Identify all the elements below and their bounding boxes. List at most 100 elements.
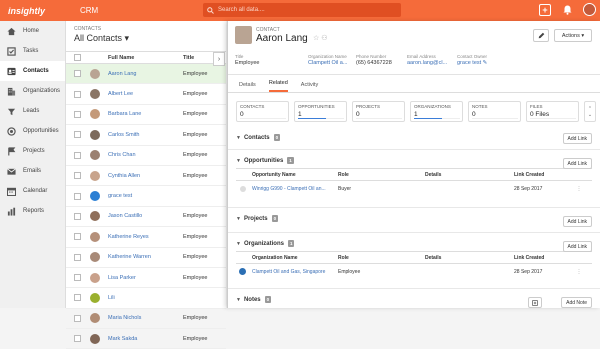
table-row[interactable]: Aaron Lang Employee xyxy=(66,64,226,85)
counter-organizations[interactable]: ORGANIZATIONS 1 xyxy=(410,101,463,122)
sidebar-item-calendar[interactable]: Calendar xyxy=(0,181,65,201)
table-row[interactable]: Katherine Reyes Employee xyxy=(66,227,226,248)
table-row[interactable]: Lili xyxy=(66,288,226,309)
row-checkbox[interactable] xyxy=(74,314,81,322)
table-row[interactable]: Mark Sakda Employee xyxy=(66,329,226,349)
table-row[interactable]: Maria Nichols Employee xyxy=(66,309,226,330)
table-row[interactable]: Jason Castillo Employee xyxy=(66,207,226,228)
contact-name-link[interactable]: Chris Chan xyxy=(108,152,183,158)
contacts-list: CONTACTS All Contacts ▾ Full Name Title … xyxy=(66,21,226,349)
sidebar-item-emails[interactable]: Emails xyxy=(0,161,65,181)
field-value[interactable]: aaron.lang@cl... xyxy=(407,60,457,66)
add-link-button[interactable]: Add Link xyxy=(562,133,592,144)
row-checkbox[interactable] xyxy=(74,212,81,220)
table-row[interactable]: Cynthia Allen Employee xyxy=(66,166,226,187)
table-row[interactable]: Barbara Lane Employee xyxy=(66,105,226,126)
view-selector[interactable]: All Contacts ▾ xyxy=(74,33,226,44)
add-note-button[interactable]: Add Note xyxy=(561,297,592,308)
contact-name-link[interactable]: Jason Castillo xyxy=(108,213,183,219)
global-search-input[interactable]: Search all data.... xyxy=(203,3,401,17)
row-checkbox[interactable] xyxy=(74,110,81,118)
row-checkbox[interactable] xyxy=(74,192,81,200)
counter-files[interactable]: FILES 0 Files xyxy=(526,101,579,122)
table-row[interactable]: Clampett Oil and Gas, Singapore Employee… xyxy=(236,264,592,279)
field-value[interactable]: grace test ✎ xyxy=(457,60,502,66)
section-contacts-header[interactable]: ▼ Contacts 0 xyxy=(228,130,600,145)
star-icon[interactable]: ☆ ⚇ xyxy=(313,34,328,42)
contact-name-link[interactable]: Katherine Warren xyxy=(108,254,183,260)
sidebar-item-tasks[interactable]: Tasks xyxy=(0,41,65,61)
row-menu-icon[interactable]: ⋮ xyxy=(574,269,584,275)
column-full-name[interactable]: Full Name xyxy=(108,55,183,61)
sidebar-item-organizations[interactable]: Organizations xyxy=(0,81,65,101)
table-row[interactable]: Albert Lee Employee xyxy=(66,84,226,105)
tab-activity[interactable]: Activity xyxy=(301,82,318,92)
expand-collapse-counters-button[interactable]: ⌃ ⌄ xyxy=(584,101,596,122)
tab-related[interactable]: Related xyxy=(268,80,288,92)
collapse-list-button[interactable]: › xyxy=(213,52,225,66)
section-projects-header[interactable]: ▼ Projects 0 xyxy=(228,211,600,226)
section-organizations-header[interactable]: ▼ Organizations 1 xyxy=(228,236,600,251)
row-checkbox[interactable] xyxy=(74,131,81,139)
contact-name-link[interactable]: Cynthia Allen xyxy=(108,173,183,179)
contact-name-link[interactable]: Mark Sakda xyxy=(108,336,183,342)
avatar xyxy=(90,211,100,222)
organization-name-link[interactable]: Clampett Oil and Gas, Singapore xyxy=(252,269,338,275)
avatar xyxy=(90,89,100,100)
row-checkbox[interactable] xyxy=(74,294,81,302)
app-logo[interactable]: insightly xyxy=(8,6,68,16)
contact-name-link[interactable]: Katherine Reyes xyxy=(108,234,183,240)
notifications-bell-icon[interactable] xyxy=(561,4,573,16)
row-checkbox[interactable] xyxy=(74,70,81,78)
attach-file-button[interactable] xyxy=(528,297,542,308)
add-link-button[interactable]: Add Link xyxy=(562,216,592,227)
sidebar-item-leads[interactable]: Leads xyxy=(0,101,65,121)
tab-details[interactable]: Details xyxy=(239,82,256,92)
sidebar: Home Tasks Contacts Organizations Leads … xyxy=(0,21,66,308)
actions-dropdown[interactable]: Actions ▾ xyxy=(554,29,592,42)
contact-name-link[interactable]: Albert Lee xyxy=(108,91,183,97)
sidebar-item-home[interactable]: Home xyxy=(0,21,65,41)
table-row[interactable]: Lisa Parker Employee xyxy=(66,268,226,289)
row-checkbox[interactable] xyxy=(74,274,81,282)
row-checkbox[interactable] xyxy=(74,335,81,343)
counter-projects[interactable]: PROJECTS 0 xyxy=(352,101,405,122)
select-all-checkbox[interactable] xyxy=(74,54,81,61)
row-checkbox[interactable] xyxy=(74,233,81,241)
section-opportunities-header[interactable]: ▼ Opportunities 1 xyxy=(228,153,600,168)
row-checkbox[interactable] xyxy=(74,253,81,261)
opportunity-name-link[interactable]: Winrigg G990 - Clampett Oil an... xyxy=(252,186,338,192)
counter-contacts[interactable]: CONTACTS 0 xyxy=(236,101,289,122)
edit-button[interactable] xyxy=(533,29,549,42)
add-new-button[interactable]: + xyxy=(539,3,551,16)
table-row[interactable]: grace test xyxy=(66,186,226,207)
contact-name-link[interactable]: Maria Nichols xyxy=(108,315,183,321)
user-avatar[interactable] xyxy=(583,3,596,16)
contact-name-link[interactable]: Lili xyxy=(108,295,183,301)
row-checkbox[interactable] xyxy=(74,90,81,98)
sidebar-item-reports[interactable]: Reports xyxy=(0,201,65,221)
counter-notes[interactable]: NOTES 0 xyxy=(468,101,521,122)
section-notes-header[interactable]: ▼ Notes 0 xyxy=(228,292,600,307)
table-row[interactable]: Chris Chan Employee xyxy=(66,146,226,166)
counter-opportunities[interactable]: OPPORTUNITIES 1 xyxy=(294,101,347,122)
sidebar-item-opportunities[interactable]: Opportunities xyxy=(0,121,65,141)
sidebar-item-projects[interactable]: Projects xyxy=(0,141,65,161)
row-menu-icon[interactable]: ⋮ xyxy=(574,186,584,192)
contact-name-link[interactable]: grace test xyxy=(108,193,183,199)
field-value[interactable]: Clampett Oil a... xyxy=(308,60,356,66)
contact-name-link[interactable]: Lisa Parker xyxy=(108,275,183,281)
sidebar-item-contacts[interactable]: Contacts xyxy=(0,61,65,81)
table-row[interactable]: Carlos Smith Employee xyxy=(66,125,226,146)
contact-name-link[interactable]: Barbara Lane xyxy=(108,111,183,117)
add-link-button[interactable]: Add Link xyxy=(562,158,592,169)
row-checkbox[interactable] xyxy=(74,172,81,180)
table-row[interactable]: Winrigg G990 - Clampett Oil an... Buyer … xyxy=(236,181,592,196)
avatar xyxy=(90,292,100,303)
column-title[interactable]: Title xyxy=(183,55,194,61)
contact-name-link[interactable]: Aaron Lang xyxy=(108,71,183,77)
contact-name-link[interactable]: Carlos Smith xyxy=(108,132,183,138)
add-link-button[interactable]: Add Link xyxy=(562,241,592,252)
row-checkbox[interactable] xyxy=(74,151,81,159)
table-row[interactable]: Katherine Warren Employee xyxy=(66,248,226,268)
